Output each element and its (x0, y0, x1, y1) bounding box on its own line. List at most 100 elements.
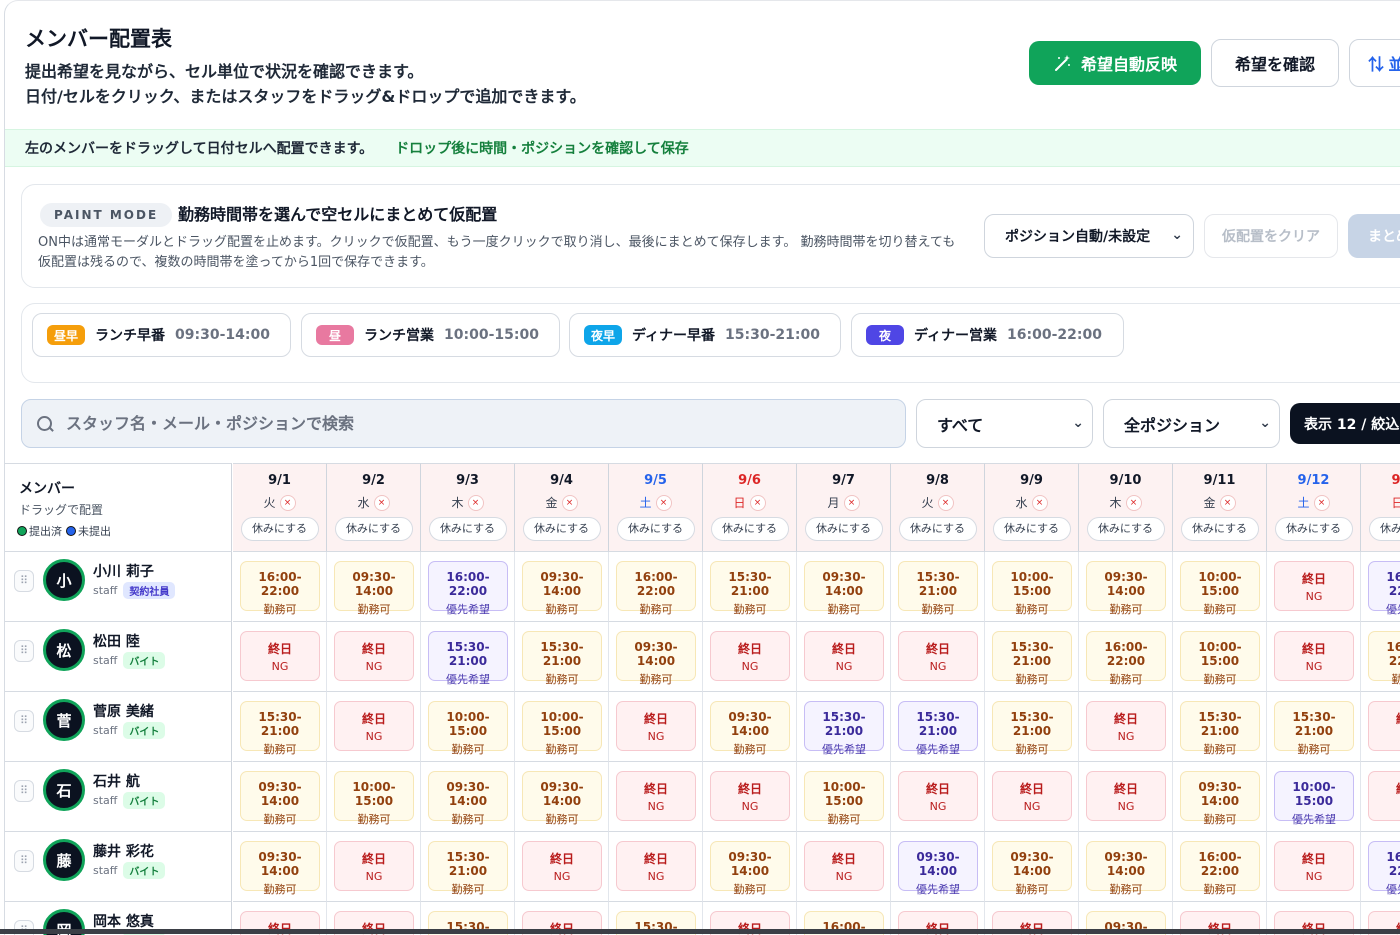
availability-chip[interactable]: 09:30-14:00勤務可 (240, 841, 320, 891)
schedule-cell[interactable]: 終日NG (609, 832, 703, 902)
close-icon[interactable]: × (1126, 495, 1142, 511)
close-icon[interactable]: × (374, 495, 390, 511)
availability-chip[interactable]: 終日NG (898, 631, 978, 681)
schedule-cell[interactable]: 終日NG (327, 622, 421, 692)
schedule-cell[interactable]: 15:30-21:00優先希望 (421, 622, 515, 692)
status-filter-select[interactable]: すべて ⌄ (916, 399, 1093, 448)
check-requests-button[interactable]: 希望を確認 (1211, 39, 1339, 87)
schedule-cell[interactable]: 15:30-21:00優先希望 (891, 692, 985, 762)
close-icon[interactable]: × (656, 495, 672, 511)
availability-chip[interactable]: 終日NG (334, 841, 414, 891)
close-icon[interactable]: × (562, 495, 578, 511)
availability-chip[interactable]: 終日NG (710, 631, 790, 681)
close-icon[interactable]: × (844, 495, 860, 511)
close-icon[interactable]: × (750, 495, 766, 511)
schedule-cell[interactable]: 15:30-21:00勤務可 (233, 692, 327, 762)
availability-chip[interactable]: 終日NG (804, 841, 884, 891)
availability-chip[interactable]: 16:00-22:00勤務可 (1368, 631, 1400, 681)
set-rest-button[interactable]: 休みにする (993, 517, 1071, 541)
availability-chip[interactable]: 15:30-21:00勤務可 (710, 561, 790, 611)
schedule-cell[interactable]: 15:30-21:00勤務可 (985, 622, 1079, 692)
schedule-cell[interactable]: 09:30-14:00優先希望 (891, 832, 985, 902)
day-header[interactable]: 9/7月×休みにする (797, 463, 891, 552)
availability-chip[interactable]: 終日NG (898, 771, 978, 821)
day-header[interactable]: 9/10木×休みにする (1079, 463, 1173, 552)
availability-chip[interactable]: 09:30-14:00勤務可 (992, 841, 1072, 891)
availability-chip[interactable]: 15:30-21:00勤務可 (1180, 701, 1260, 751)
schedule-cell[interactable]: 16:00-22:00勤務可 (1361, 622, 1400, 692)
set-rest-button[interactable]: 休みにする (899, 517, 977, 541)
availability-chip[interactable]: 終日NG (1274, 841, 1354, 891)
schedule-cell[interactable]: 終日NG (1079, 762, 1173, 832)
set-rest-button[interactable]: 休みにする (805, 517, 883, 541)
availability-chip[interactable]: 09:30-14:00勤務可 (710, 701, 790, 751)
availability-chip[interactable]: 16:00-22:00勤務可 (1086, 631, 1166, 681)
member-row-header[interactable]: ⠿松松田 陸staffバイト (5, 622, 232, 692)
schedule-cell[interactable]: 10:00-15:00勤務可 (421, 692, 515, 762)
availability-chip[interactable]: 10:00-15:00勤務可 (428, 701, 508, 751)
availability-chip[interactable]: 15:30-21:00勤務可 (1274, 701, 1354, 751)
day-header[interactable]: 9/12土×休みにする (1267, 463, 1361, 552)
day-header[interactable]: 9/11金×休みにする (1173, 463, 1267, 552)
day-header[interactable]: 9/4金×休みにする (515, 463, 609, 552)
schedule-cell[interactable]: 15:30-21:00勤務可 (515, 622, 609, 692)
day-header[interactable]: 9/3木×休みにする (421, 463, 515, 552)
availability-chip[interactable]: 16:00-22:00勤務可 (616, 561, 696, 611)
slot-dinner[interactable]: 夜 ディナー営業 16:00-22:00 (851, 313, 1124, 357)
availability-chip[interactable]: 終日NG (710, 771, 790, 821)
day-header[interactable]: 9/8火×休みにする (891, 463, 985, 552)
availability-chip[interactable]: 10:00-15:00勤務可 (1180, 631, 1260, 681)
availability-chip[interactable]: 09:30-14:00勤務可 (1180, 771, 1260, 821)
schedule-cell[interactable]: 終日NG (233, 622, 327, 692)
availability-chip[interactable]: 10:00-15:00優先希望 (1274, 771, 1354, 821)
availability-chip[interactable]: 終日NG (992, 771, 1072, 821)
set-rest-button[interactable]: 休みにする (429, 517, 507, 541)
schedule-cell[interactable]: 終日NG (891, 622, 985, 692)
schedule-cell[interactable]: 終日NG (891, 762, 985, 832)
availability-chip[interactable]: 15:30-21:00勤務可 (992, 631, 1072, 681)
day-header[interactable]: 9/13日×休みにする (1361, 463, 1400, 552)
availability-chip[interactable]: 15:30-21:00優先希望 (898, 701, 978, 751)
availability-chip[interactable]: 終日NG (1368, 771, 1400, 821)
schedule-cell[interactable]: 09:30-14:00勤務可 (703, 832, 797, 902)
schedule-cell[interactable]: 終日NG (703, 762, 797, 832)
paint-position-select[interactable]: ポジション自動/未設定 ⌄ (984, 214, 1194, 258)
slot-lunch[interactable]: 昼 ランチ営業 10:00-15:00 (301, 313, 560, 357)
availability-chip[interactable]: 09:30-14:00優先希望 (898, 841, 978, 891)
schedule-cell[interactable]: 終日NG (609, 762, 703, 832)
day-header[interactable]: 9/2水×休みにする (327, 463, 421, 552)
schedule-cell[interactable]: 終日NG (327, 692, 421, 762)
bulk-save-button[interactable]: まとめ (1348, 214, 1400, 258)
schedule-cell[interactable]: 15:30-21:00勤務可 (421, 832, 515, 902)
staff-search-input[interactable] (64, 413, 868, 434)
schedule-cell[interactable]: 16:00-22:00優先希望 (421, 552, 515, 622)
set-rest-button[interactable]: 休みにする (523, 517, 601, 541)
display-filter-button[interactable]: 表示 12 / 絞込 (1290, 403, 1400, 444)
availability-chip[interactable]: 終日NG (240, 631, 320, 681)
schedule-cell[interactable]: 10:00-15:00勤務可 (1173, 622, 1267, 692)
auto-apply-button[interactable]: 希望自動反映 (1029, 41, 1201, 85)
availability-chip[interactable]: 09:30-14:00勤務可 (522, 561, 602, 611)
close-icon[interactable]: × (280, 495, 296, 511)
schedule-cell[interactable]: 終日NG (797, 832, 891, 902)
schedule-cell[interactable]: 09:30-14:00勤務可 (1079, 832, 1173, 902)
member-row-header[interactable]: ⠿石石井 航staffバイト (5, 762, 232, 832)
schedule-cell[interactable]: 09:30-14:00勤務可 (421, 762, 515, 832)
schedule-cell[interactable]: 09:30-14:00勤務可 (797, 552, 891, 622)
drag-handle-icon[interactable]: ⠿ (14, 710, 34, 732)
schedule-cell[interactable]: 09:30-14:00勤務可 (515, 762, 609, 832)
availability-chip[interactable]: 終日NG (616, 701, 696, 751)
availability-chip[interactable]: 終日NG (334, 631, 414, 681)
schedule-cell[interactable]: 16:00-22:00優先希望 (1361, 832, 1400, 902)
member-row-header[interactable]: ⠿小小川 莉子staff契約社員 (5, 552, 232, 622)
schedule-cell[interactable]: 09:30-14:00勤務可 (1079, 552, 1173, 622)
availability-chip[interactable]: 15:30-21:00勤務可 (992, 701, 1072, 751)
sort-button[interactable]: ⇅ 並 (1349, 39, 1400, 87)
set-rest-button[interactable]: 休みにする (335, 517, 413, 541)
schedule-cell[interactable]: 16:00-22:00勤務可 (233, 552, 327, 622)
set-rest-button[interactable]: 休みにする (1369, 517, 1400, 541)
schedule-cell[interactable]: 10:00-15:00勤務可 (985, 552, 1079, 622)
day-header[interactable]: 9/6日×休みにする (703, 463, 797, 552)
close-icon[interactable]: × (1032, 495, 1048, 511)
availability-chip[interactable]: 09:30-14:00勤務可 (616, 631, 696, 681)
